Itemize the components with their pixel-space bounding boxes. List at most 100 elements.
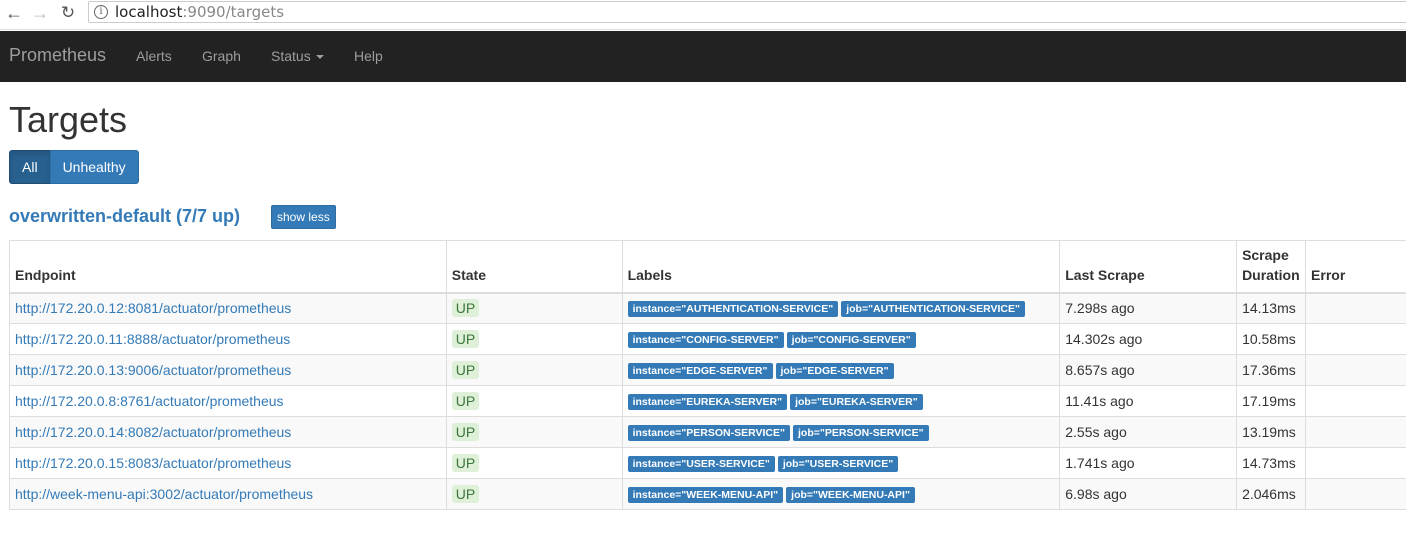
error-cell — [1305, 478, 1406, 510]
state-badge: UP — [451, 392, 480, 410]
endpoint-cell: http://172.20.0.11:8888/actuator/prometh… — [9, 323, 447, 355]
nav-help[interactable]: Help — [354, 48, 383, 64]
state-cell: UP — [445, 447, 623, 479]
job-title-link[interactable]: overwritten-default (7/7 up) — [9, 204, 240, 228]
scrape-duration-cell: 13.19ms — [1236, 416, 1307, 448]
nav-graph[interactable]: Graph — [202, 48, 241, 64]
last-scrape-cell: 11.41s ago — [1059, 385, 1238, 417]
job-label: job="EUREKA-SERVER" — [790, 394, 923, 410]
labels-cell: instance="USER-SERVICE" job="USER-SERVICE… — [621, 447, 1061, 479]
state-badge: UP — [451, 485, 480, 503]
browser-toolbar: ← → ↻ i localhost:9090/targets — [0, 0, 1406, 30]
table-row: http://week-menu-api:3002/actuator/prome… — [9, 478, 1406, 510]
scrape-duration-cell: 10.58ms — [1236, 323, 1307, 355]
labels-cell: instance="PERSON-SERVICE" job="PERSON-SER… — [621, 416, 1061, 448]
endpoint-link[interactable]: http://week-menu-api:3002/actuator/prome… — [15, 486, 313, 502]
scrape-duration-cell: 14.13ms — [1236, 292, 1307, 324]
error-cell — [1305, 292, 1406, 324]
state-cell: UP — [445, 385, 623, 417]
url-text: localhost:9090/targets — [115, 3, 284, 21]
state-badge: UP — [451, 330, 480, 348]
state-badge: UP — [451, 299, 480, 318]
nav-status-label: Status — [271, 48, 311, 64]
filter-unhealthy-button[interactable]: Unhealthy — [49, 150, 139, 184]
scrape-duration-cell: 17.19ms — [1236, 385, 1307, 417]
labels-cell: instance="EUREKA-SERVER" job="EUREKA-SERV… — [621, 385, 1061, 417]
table-row: http://172.20.0.15:8083/actuator/prometh… — [9, 447, 1406, 479]
error-cell — [1305, 416, 1406, 448]
endpoint-cell: http://172.20.0.15:8083/actuator/prometh… — [9, 447, 447, 479]
error-cell — [1305, 354, 1406, 386]
nav-alerts[interactable]: Alerts — [136, 48, 172, 64]
nav-status-dropdown[interactable]: Status — [271, 48, 324, 64]
table-row: http://172.20.0.12:8081/actuator/prometh… — [9, 292, 1406, 324]
brand-link[interactable]: Prometheus — [9, 45, 106, 66]
labels-cell: instance="WEEK-MENU-API" job="WEEK-MENU-A… — [621, 478, 1061, 510]
endpoint-link[interactable]: http://172.20.0.15:8083/actuator/prometh… — [15, 455, 291, 471]
job-label: job="AUTHENTICATION-SERVICE" — [841, 301, 1025, 318]
endpoint-link[interactable]: http://172.20.0.8:8761/actuator/promethe… — [15, 393, 284, 409]
targets-table: Endpoint State Labels Last Scrape Scrape… — [9, 240, 1406, 510]
error-cell — [1305, 385, 1406, 417]
table-row: http://172.20.0.13:9006/actuator/prometh… — [9, 354, 1406, 386]
labels-cell: instance="CONFIG-SERVER" job="CONFIG-SERV… — [621, 323, 1061, 355]
state-cell: UP — [445, 416, 623, 448]
header-labels: Labels — [621, 240, 1061, 294]
last-scrape-cell: 1.741s ago — [1059, 447, 1238, 479]
scrape-duration-cell: 17.36ms — [1236, 354, 1307, 386]
last-scrape-cell: 7.298s ago — [1059, 292, 1238, 324]
header-scrape-duration: Scrape Duration — [1236, 240, 1307, 294]
endpoint-link[interactable]: http://172.20.0.11:8888/actuator/prometh… — [15, 331, 290, 347]
table-row: http://172.20.0.11:8888/actuator/prometh… — [9, 323, 1406, 355]
forward-arrow-icon[interactable]: → — [30, 3, 50, 23]
chevron-down-icon — [315, 55, 324, 60]
state-badge: UP — [451, 361, 480, 379]
job-label: job="WEEK-MENU-API" — [786, 487, 915, 503]
endpoint-link[interactable]: http://172.20.0.13:9006/actuator/prometh… — [15, 362, 291, 378]
instance-label: instance="EDGE-SERVER" — [627, 363, 773, 379]
url-host: localhost — [115, 3, 183, 21]
endpoint-cell: http://172.20.0.12:8081/actuator/prometh… — [9, 292, 447, 324]
endpoint-cell: http://week-menu-api:3002/actuator/prome… — [9, 478, 447, 510]
error-cell — [1305, 323, 1406, 355]
error-cell — [1305, 447, 1406, 479]
scrape-duration-cell: 14.73ms — [1236, 447, 1307, 479]
endpoint-link[interactable]: http://172.20.0.12:8081/actuator/prometh… — [15, 300, 291, 316]
last-scrape-cell: 6.98s ago — [1059, 478, 1238, 510]
last-scrape-cell: 2.55s ago — [1059, 416, 1238, 448]
instance-label: instance="PERSON-SERVICE" — [627, 425, 790, 441]
reload-icon[interactable]: ↻ — [58, 3, 78, 23]
job-label: job="USER-SERVICE" — [777, 456, 899, 472]
address-bar[interactable]: i localhost:9090/targets — [88, 1, 1406, 23]
instance-label: instance="USER-SERVICE" — [627, 456, 775, 472]
table-row: http://172.20.0.8:8761/actuator/promethe… — [9, 385, 1406, 417]
state-cell: UP — [445, 354, 623, 386]
header-endpoint: Endpoint — [9, 240, 447, 294]
instance-label: instance="WEEK-MENU-API" — [627, 487, 784, 503]
instance-label: instance="EUREKA-SERVER" — [627, 394, 788, 410]
table-row: http://172.20.0.14:8082/actuator/prometh… — [9, 416, 1406, 448]
instance-label: instance="CONFIG-SERVER" — [627, 332, 784, 348]
url-path: :9090/targets — [182, 3, 285, 21]
filter-button-group: All Unhealthy — [9, 150, 139, 184]
endpoint-cell: http://172.20.0.14:8082/actuator/prometh… — [9, 416, 447, 448]
job-label: job="PERSON-SERVICE" — [793, 425, 929, 441]
last-scrape-cell: 14.302s ago — [1059, 323, 1238, 355]
endpoint-cell: http://172.20.0.13:9006/actuator/prometh… — [9, 354, 447, 386]
state-cell: UP — [445, 478, 623, 510]
table-header-row: Endpoint State Labels Last Scrape Scrape… — [9, 240, 1406, 294]
job-label: job="EDGE-SERVER" — [775, 363, 894, 379]
page-title: Targets — [9, 99, 128, 140]
labels-cell: instance="EDGE-SERVER" job="EDGE-SERVER" — [621, 354, 1061, 386]
header-error: Error — [1305, 240, 1406, 294]
back-arrow-icon[interactable]: ← — [4, 3, 24, 23]
state-cell: UP — [445, 292, 623, 324]
filter-all-button[interactable]: All — [9, 150, 51, 184]
show-less-button[interactable]: show less — [271, 205, 336, 229]
labels-cell: instance="AUTHENTICATION-SERVICE" job="AU… — [621, 292, 1061, 324]
endpoint-link[interactable]: http://172.20.0.14:8082/actuator/prometh… — [15, 424, 291, 440]
state-cell: UP — [445, 323, 623, 355]
info-icon[interactable]: i — [94, 5, 108, 19]
state-badge: UP — [451, 454, 480, 472]
header-last-scrape: Last Scrape — [1059, 240, 1238, 294]
